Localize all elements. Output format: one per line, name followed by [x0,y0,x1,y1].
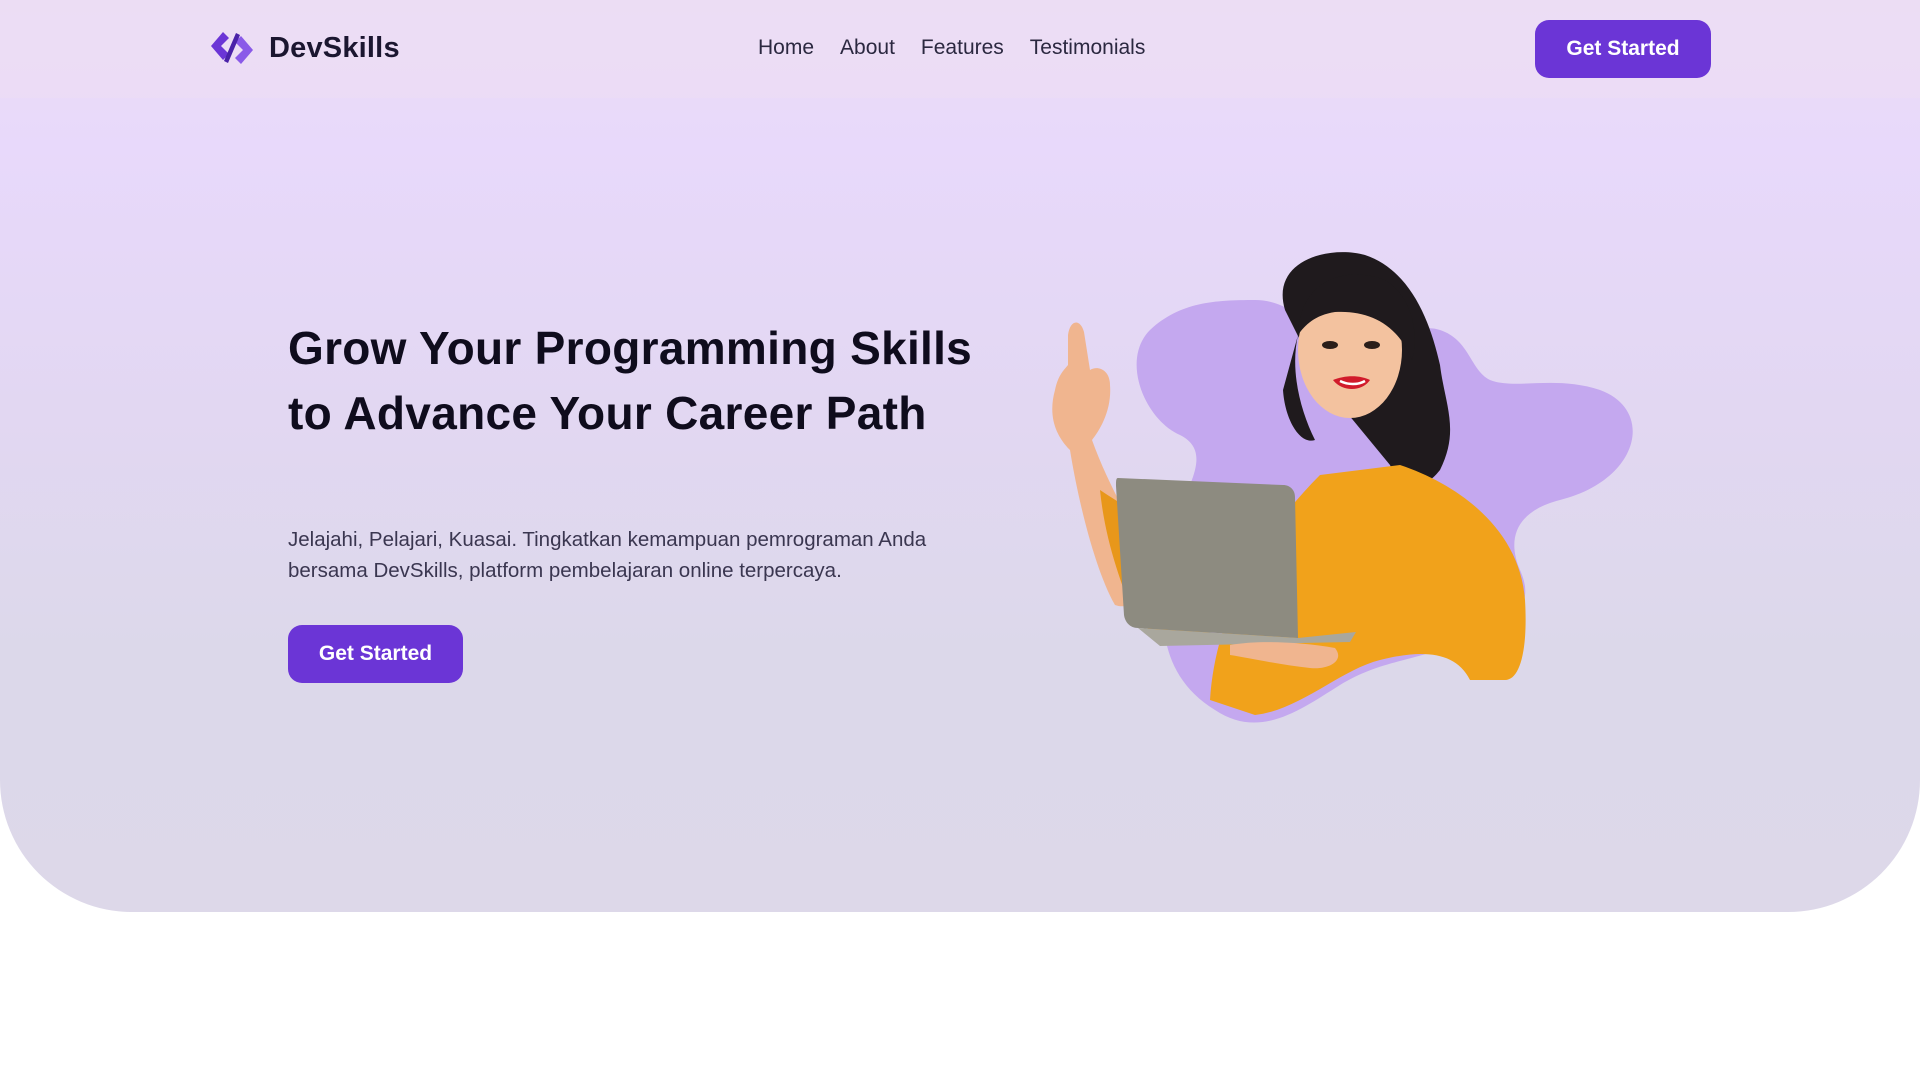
nav-get-started-button[interactable]: Get Started [1535,20,1711,78]
hero-section: DevSkills Home About Features Testimonia… [0,0,1920,912]
hero-title: Grow Your Programming Skills to Advance … [288,322,973,439]
hero-description: Jelajahi, Pelajari, Kuasai. Tingkatkan k… [288,528,927,582]
nav-link-features[interactable]: Features [921,36,1004,60]
brand-name: DevSkills [269,31,400,64]
hero-get-started-button[interactable]: Get Started [288,625,463,683]
code-diamond-logo-icon [211,32,253,64]
nav-link-about[interactable]: About [840,36,895,60]
main-nav: Home About Features Testimonials [758,36,1145,60]
nav-link-home[interactable]: Home [758,36,814,60]
navbar: DevSkills Home About Features Testimonia… [0,0,1920,98]
page: DevSkills Home About Features Testimonia… [0,0,1920,1080]
hero-illustration [1052,252,1633,723]
nav-link-testimonials[interactable]: Testimonials [1030,36,1146,60]
brand-logo[interactable]: DevSkills [209,28,400,68]
